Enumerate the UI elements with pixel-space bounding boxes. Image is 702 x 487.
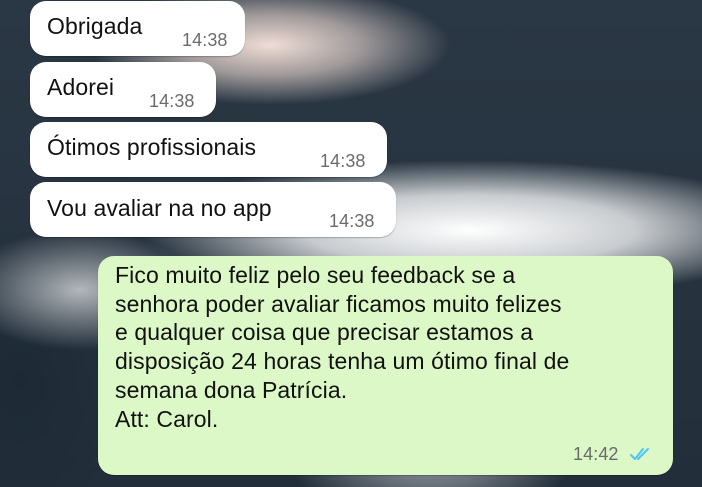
message-text: Ótimos profissionais [47,134,257,160]
message-text: Fico muito feliz pelo seu feedback se a … [115,262,570,432]
incoming-message-bubble[interactable]: Adorei 14:38 [30,62,216,117]
incoming-message-bubble[interactable]: Vou avaliar na no app 14:38 [30,182,396,237]
message-text: Adorei [47,74,115,100]
double-check-read-icon [630,448,649,460]
incoming-message-bubble[interactable]: Obrigada 14:38 [30,1,245,56]
message-text: Obrigada [47,13,143,39]
message-time: 14:38 [320,151,366,171]
outgoing-message-bubble[interactable]: Fico muito feliz pelo seu feedback se a … [98,256,673,475]
message-time: 14:38 [149,91,195,111]
incoming-message-bubble[interactable]: Ótimos profissionais 14:38 [30,122,387,177]
message-time: 14:38 [329,211,375,231]
message-text: Vou avaliar na no app [47,195,272,221]
message-time: 14:42 [573,444,619,464]
message-time: 14:38 [182,30,228,50]
